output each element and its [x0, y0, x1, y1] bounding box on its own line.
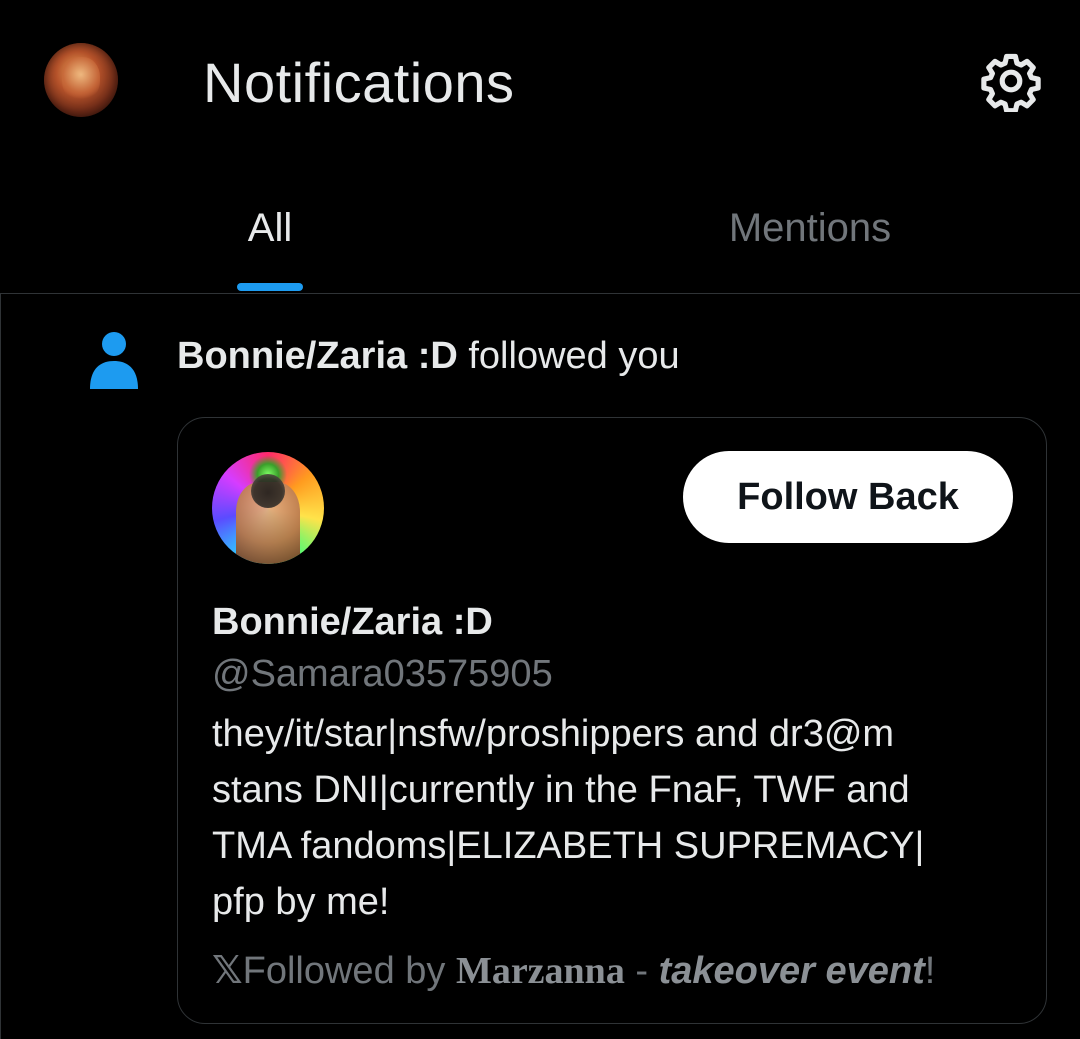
- person-icon: [90, 332, 138, 389]
- notification-actor-name[interactable]: Bonnie/Zaria :D: [177, 335, 458, 377]
- follower-name-separator: -: [624, 950, 659, 992]
- followed-by-prefix: Followed by: [242, 950, 456, 992]
- selected-tab-indicator: [237, 283, 303, 291]
- followed-by: 𝕏Followed by Marzanna - takeover event!: [212, 946, 935, 996]
- user-display-name[interactable]: Bonnie/Zaria :D: [212, 598, 493, 646]
- tab-mentions[interactable]: Mentions: [660, 201, 960, 255]
- bio-line: stans DNI|currently in the FnaF, TWF and: [212, 769, 910, 811]
- notification-text: Bonnie/Zaria :D followed you: [177, 331, 680, 381]
- follower-name-part2[interactable]: takeover event: [659, 950, 925, 992]
- follow-back-button[interactable]: Follow Back: [683, 451, 1013, 543]
- gear-icon[interactable]: [980, 50, 1042, 112]
- tab-all[interactable]: All: [170, 201, 370, 255]
- page-title: Notifications: [203, 51, 515, 114]
- bio-line: pfp by me!: [212, 881, 390, 923]
- user-card[interactable]: Follow Back Bonnie/Zaria :D @Samara03575…: [177, 417, 1047, 1024]
- account-avatar[interactable]: [44, 43, 118, 117]
- user-bio: they/it/star|nsfw/proshippers and dr3@m …: [212, 706, 1022, 930]
- bio-line: TMA fandoms|ELIZABETH SUPREMACY|: [212, 825, 925, 867]
- notification-tabs: All Mentions: [0, 165, 1080, 294]
- notification-action: followed you: [457, 335, 680, 377]
- follow-notification[interactable]: Bonnie/Zaria :D followed you Follow Back…: [0, 293, 1080, 1039]
- top-bar: Notifications: [0, 0, 1080, 165]
- x-logo-icon: 𝕏: [212, 950, 243, 992]
- follower-name-part1[interactable]: Marzanna: [456, 950, 625, 992]
- bio-line: they/it/star|nsfw/proshippers and dr3@m: [212, 713, 895, 755]
- user-handle[interactable]: @Samara03575905: [212, 650, 553, 698]
- follower-name-suffix: !: [924, 950, 936, 992]
- user-avatar[interactable]: [212, 452, 324, 564]
- notifications-page: Notifications All Mentions Bonnie/Zaria …: [0, 0, 1080, 1039]
